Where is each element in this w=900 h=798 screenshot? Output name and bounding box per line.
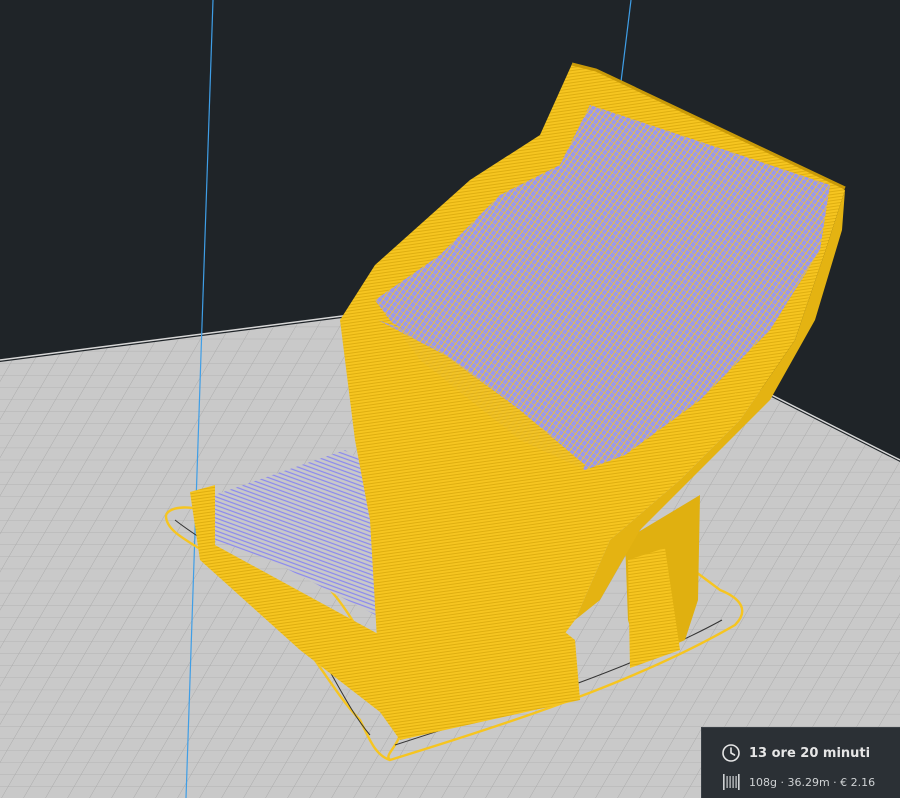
3d-viewport[interactable] (0, 0, 900, 798)
material-usage-text: 108g · 36.29m · € 2.16 (749, 775, 876, 789)
clock-icon (722, 744, 740, 762)
print-info-panel: 13 ore 20 minuti 108g · 36.29m · € 2.16 (701, 727, 900, 798)
print-time-row: 13 ore 20 minuti (702, 740, 900, 766)
print-time-text: 13 ore 20 minuti (749, 745, 871, 761)
material-usage-row: 108g · 36.29m · € 2.16 (702, 772, 900, 792)
filament-spool-icon (723, 774, 740, 790)
axis-line-right (619, 0, 632, 91)
